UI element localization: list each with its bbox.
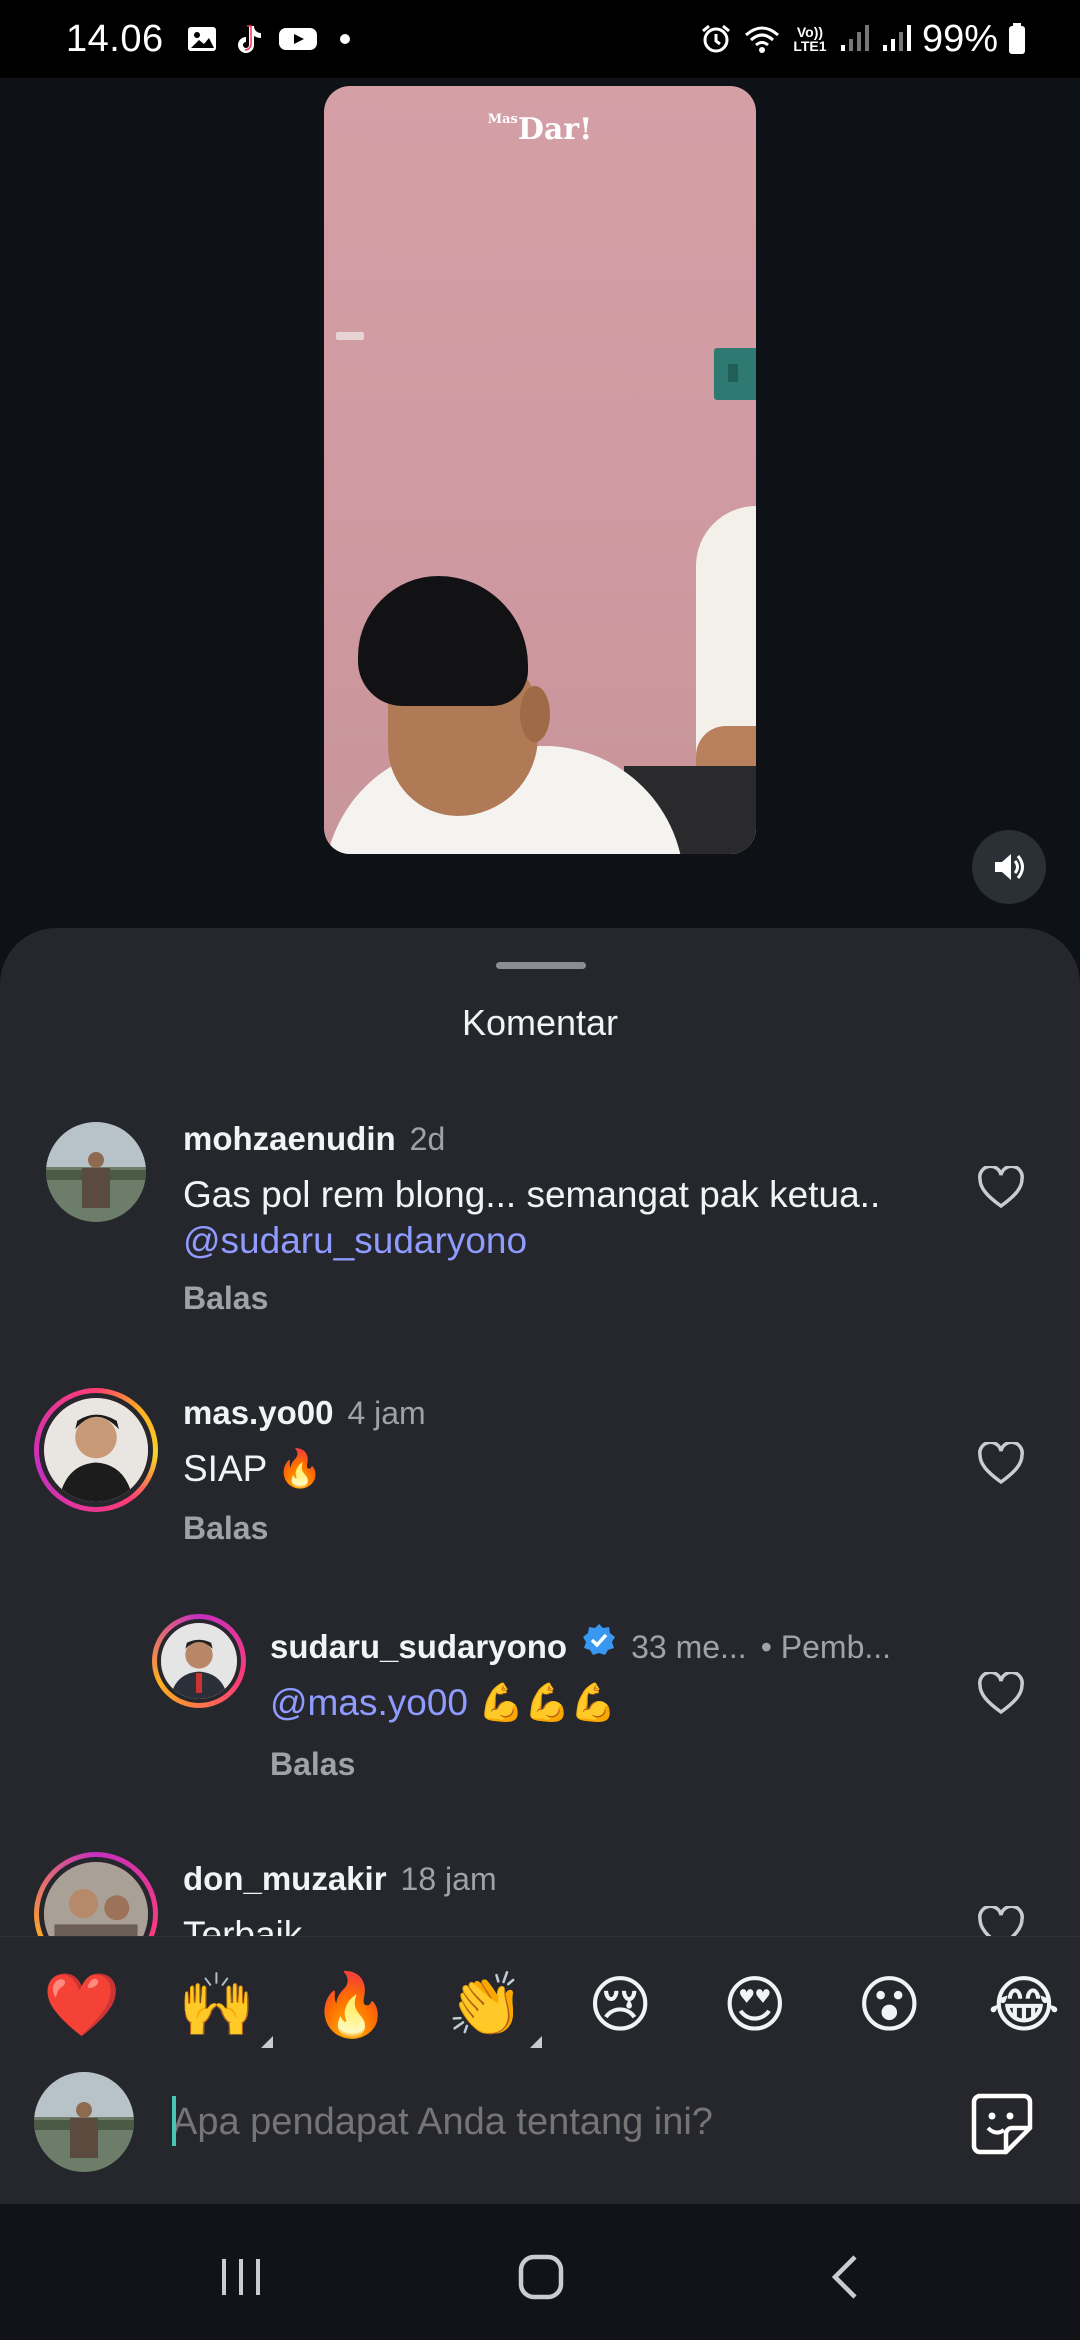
- notification-icons: [186, 23, 350, 55]
- sticker-icon[interactable]: [966, 2088, 1036, 2158]
- battery-icon: [1009, 23, 1025, 54]
- sheet-drag-handle[interactable]: [496, 962, 586, 969]
- like-heart-icon[interactable]: [977, 1442, 1025, 1486]
- tiktok-icon: [237, 25, 261, 53]
- comment-time: 2d: [409, 1121, 446, 1157]
- comment-text: Gas pol rem blong... semangat pak ketua.…: [183, 1174, 881, 1261]
- home-icon: [518, 2254, 564, 2300]
- signal-icon: [840, 25, 869, 51]
- gallery-icon: [187, 27, 216, 51]
- comment-username[interactable]: mohzaenudin: [183, 1120, 396, 1158]
- emoji-heart-button[interactable]: ❤️: [40, 1968, 124, 2042]
- emoji-raised-hands-button[interactable]: 🙌: [175, 1968, 273, 2048]
- emoji-clap-button[interactable]: 👏: [444, 1968, 542, 2048]
- volte-icon: Vo)) LTE1: [793, 24, 827, 54]
- reply-button[interactable]: Balas: [270, 1746, 355, 1783]
- comment-username[interactable]: don_muzakir: [183, 1860, 387, 1898]
- youtube-icon: [278, 28, 317, 50]
- comment-username[interactable]: sudaru_sudaryono: [270, 1628, 567, 1666]
- battery-percent: 99%: [921, 17, 998, 60]
- emoji-surprised-button[interactable]: 😮: [847, 1968, 931, 2041]
- text-caret: [172, 2096, 176, 2146]
- avatar[interactable]: [34, 1388, 158, 1512]
- quick-reaction-bar: ❤️ 🙌 🔥 👏 😢 😍 😮 😂: [0, 1936, 1080, 2072]
- back-chevron-icon: [831, 2255, 857, 2299]
- video-area: MasDar!: [0, 78, 1080, 938]
- video-watermark: MasDar!: [487, 112, 593, 147]
- recent-apps-icon: [222, 2259, 260, 2295]
- comment-composer: [0, 2072, 1080, 2204]
- wifi-icon: [744, 26, 779, 53]
- emoji-crying-button[interactable]: 😢: [578, 1968, 662, 2041]
- comment-input[interactable]: [172, 2096, 792, 2148]
- recent-apps-button[interactable]: [206, 2242, 276, 2312]
- like-heart-icon[interactable]: [977, 1672, 1025, 1716]
- alarm-icon: [701, 24, 730, 53]
- signal-icon: [882, 25, 911, 51]
- system-nav-bar: [0, 2204, 1080, 2340]
- dot-icon: [339, 34, 350, 44]
- home-button[interactable]: [506, 2242, 576, 2312]
- emoji-laughing-button[interactable]: 😂: [982, 1968, 1066, 2041]
- sheet-title: Komentar: [461, 1002, 619, 1043]
- speaker-icon: [995, 854, 1024, 880]
- mention-link[interactable]: @sudaru_sudaryono: [183, 1220, 527, 1261]
- comment-text: SIAP 🔥: [183, 1448, 323, 1489]
- emoji-heart-eyes-button[interactable]: 😍: [713, 1968, 797, 2041]
- sound-toggle-button[interactable]: [972, 830, 1046, 904]
- reply-button[interactable]: Balas: [183, 1510, 268, 1547]
- pinned-badge: • Pemb...: [760, 1629, 892, 1665]
- like-heart-icon[interactable]: [977, 1166, 1025, 1210]
- comment-time: 18 jam: [400, 1861, 497, 1897]
- wall-switch: [714, 348, 756, 400]
- reply-button[interactable]: Balas: [183, 1280, 268, 1317]
- emoji-fire-button[interactable]: 🔥: [309, 1968, 393, 2042]
- back-button[interactable]: [810, 2242, 880, 2312]
- status-bar: 14.06 Vo)) LTE1 99%: [0, 0, 1080, 78]
- comment-time: 33 me...: [631, 1629, 747, 1665]
- comment-text: @mas.yo00 💪💪💪: [270, 1682, 617, 1723]
- comment-username[interactable]: mas.yo00: [183, 1394, 333, 1432]
- avatar: [34, 2072, 134, 2172]
- video-player[interactable]: MasDar!: [324, 86, 756, 854]
- status-time: 14.06: [66, 17, 164, 60]
- verified-badge-icon: [583, 1624, 616, 1655]
- avatar[interactable]: [152, 1614, 246, 1708]
- avatar[interactable]: [46, 1122, 146, 1222]
- system-icons: Vo)) LTE1 99%: [700, 18, 1026, 61]
- mention-link[interactable]: @mas.yo00: [270, 1682, 468, 1723]
- comment-time: 4 jam: [347, 1395, 426, 1431]
